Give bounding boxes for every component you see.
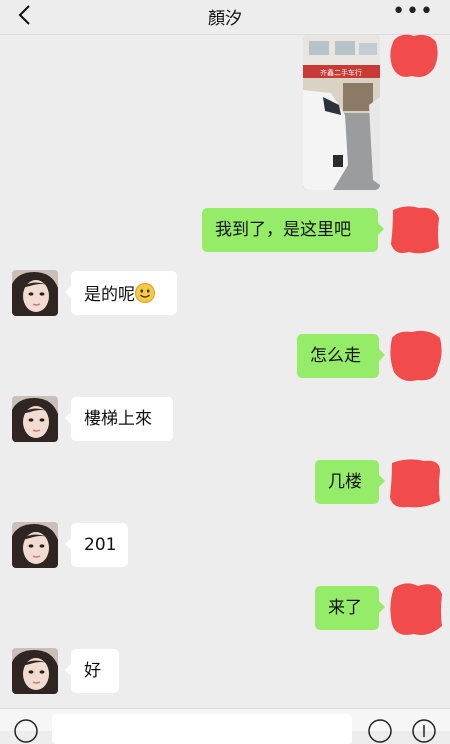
photo-sign-text: 齐鑫二手车行 xyxy=(320,68,362,77)
contact-avatar[interactable] xyxy=(12,396,58,442)
message-text: 是的呢 xyxy=(84,285,135,305)
contact-avatar[interactable] xyxy=(12,522,58,568)
message-input[interactable] xyxy=(52,714,352,744)
message-bubble-out[interactable]: 来了 xyxy=(315,586,385,630)
chat-header: 顏汐 ••• xyxy=(0,0,450,35)
message-bubble-in[interactable]: 201 xyxy=(65,523,128,567)
avatar-image xyxy=(12,396,58,442)
plus-icon[interactable] xyxy=(412,719,436,743)
message-bubble-in[interactable]: 是的呢 xyxy=(65,271,177,315)
shared-photo[interactable]: 齐鑫二手车行 xyxy=(303,35,380,190)
emoji-icon[interactable] xyxy=(368,719,392,743)
redaction-mark xyxy=(390,34,438,77)
self-avatar[interactable] xyxy=(389,204,441,256)
smile-emoji-icon xyxy=(135,283,155,303)
message-bubble-out[interactable]: 几楼 xyxy=(315,460,385,504)
avatar-image xyxy=(12,648,58,694)
chat-title: 顏汐 xyxy=(208,9,242,29)
more-dots-icon[interactable]: ••• xyxy=(392,1,434,23)
self-avatar[interactable] xyxy=(388,30,440,82)
photo-content: 齐鑫二手车行 xyxy=(303,35,380,190)
self-avatar[interactable] xyxy=(388,457,440,509)
redaction-mark xyxy=(390,583,442,635)
redaction-mark xyxy=(390,459,440,508)
contact-avatar[interactable] xyxy=(12,648,58,694)
self-avatar[interactable] xyxy=(388,580,442,635)
redaction-mark xyxy=(390,330,442,381)
self-avatar[interactable] xyxy=(388,328,442,381)
message-bubble-out[interactable]: 怎么走 xyxy=(297,334,385,378)
redaction-mark xyxy=(391,206,439,254)
input-bar xyxy=(0,708,450,744)
message-bubble-out[interactable]: 我到了，是这里吧 xyxy=(202,208,384,252)
avatar-image xyxy=(12,270,58,316)
voice-icon[interactable] xyxy=(14,719,38,743)
message-bubble-in[interactable]: 好 xyxy=(65,649,119,693)
contact-avatar[interactable] xyxy=(12,270,58,316)
message-bubble-in[interactable]: 樓梯上來 xyxy=(65,397,173,441)
avatar-image xyxy=(12,522,58,568)
